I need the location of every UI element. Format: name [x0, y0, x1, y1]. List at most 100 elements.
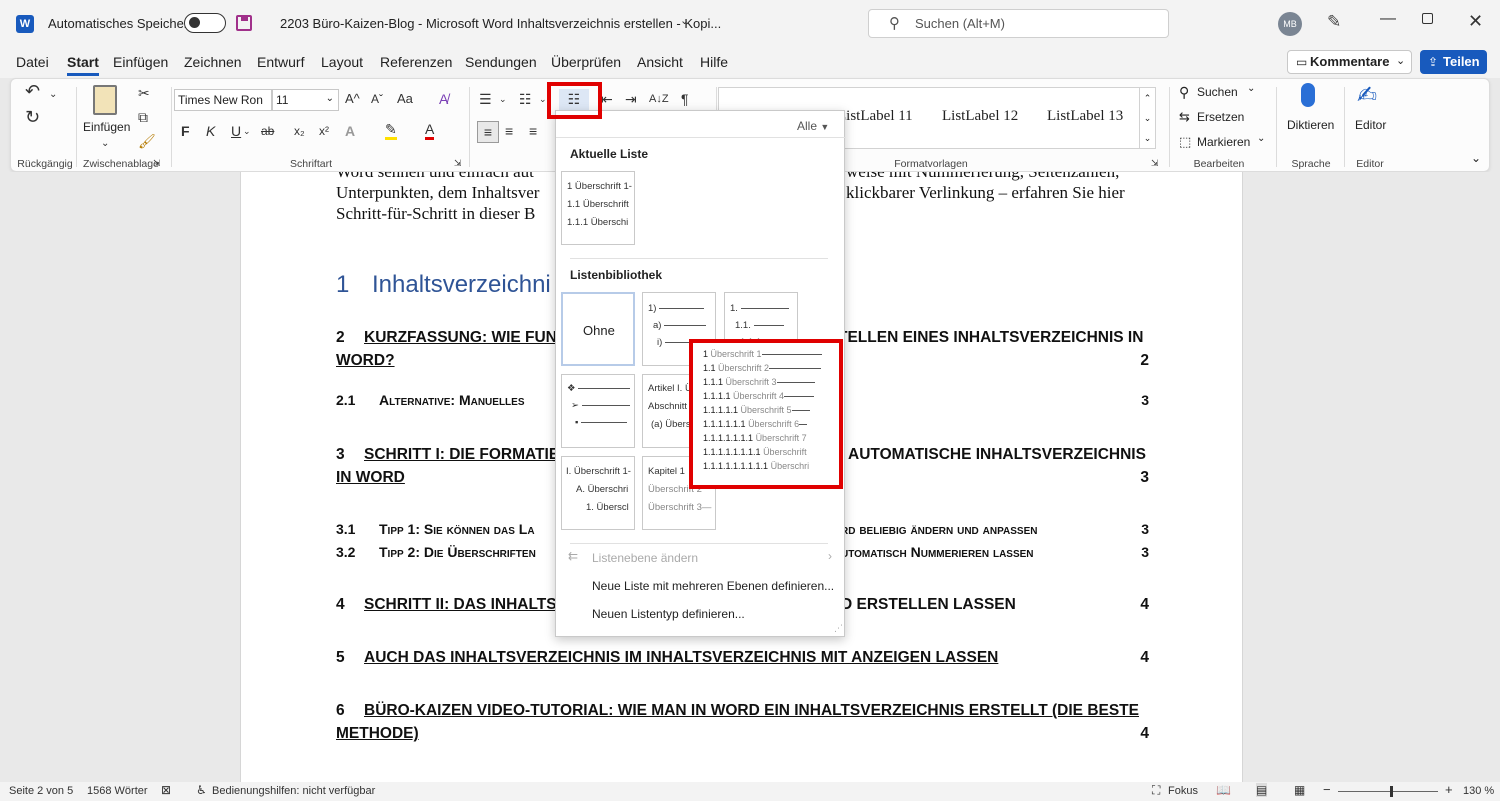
search-box[interactable]: ⚲ Suchen (Alt+M) [868, 9, 1169, 38]
print-layout-icon[interactable]: ▤ [1256, 783, 1268, 797]
collapse-ribbon-icon[interactable]: ⌄ [1471, 151, 1481, 165]
style-item[interactable]: ListLabel 12 [942, 108, 1018, 125]
minimize-icon[interactable]: — [1380, 10, 1396, 28]
tab-referenzen[interactable]: Referenzen [380, 54, 452, 70]
pen-icon[interactable]: ✎ [1327, 12, 1341, 32]
undo-icon[interactable]: ↶ [25, 81, 40, 101]
chevron-down-icon[interactable]: ⌄ [680, 14, 689, 27]
current-list-tile[interactable]: 1 Überschrift 1- 1.1 Überschrift 1.1.1 Ü… [561, 171, 635, 245]
tab-start[interactable]: Start [67, 54, 99, 76]
cut-icon[interactable]: ✂ [138, 83, 150, 103]
tab-entwurf[interactable]: Entwurf [257, 54, 304, 70]
close-icon[interactable]: ✕ [1468, 11, 1483, 32]
underline-button[interactable]: U [231, 121, 241, 141]
font-color-icon[interactable]: A [425, 121, 435, 140]
share-button[interactable]: ⇪ Teilen [1420, 50, 1487, 74]
italic-button[interactable]: K [206, 121, 215, 141]
proofing-icon[interactable]: ⊠ [161, 783, 171, 797]
autosave-toggle[interactable] [184, 13, 226, 33]
list-roman-tile[interactable]: I. Überschrift 1- A. Überschri 1. Übersc… [561, 456, 635, 530]
text-effects-icon[interactable]: A [345, 121, 355, 141]
web-layout-icon[interactable]: ▦ [1294, 783, 1305, 797]
sort-button[interactable]: A↓Z [649, 89, 669, 109]
dialog-launcher-icon[interactable]: ⇲ [153, 158, 161, 168]
dialog-launcher-icon[interactable]: ⇲ [1151, 158, 1159, 168]
zoom-level[interactable]: 130 % [1463, 785, 1494, 797]
comments-button[interactable]: ▭ Kommentare ⌄ [1287, 50, 1412, 74]
chevron-down-icon[interactable]: ⌄ [243, 121, 251, 141]
superscript-button[interactable]: x² [319, 121, 329, 141]
grow-font-button[interactable]: A^ [345, 89, 360, 109]
read-mode-icon[interactable]: 📖 [1216, 783, 1231, 797]
tab-datei[interactable]: Datei [16, 54, 49, 70]
numbering-icon[interactable]: ☷ [519, 89, 532, 109]
word-count[interactable]: 1568 Wörter [87, 785, 148, 797]
chevron-down-icon[interactable]: ⌄ [101, 134, 109, 154]
format-painter-icon[interactable]: 🖌 [138, 131, 156, 151]
tab-einfuegen[interactable]: Einfügen [113, 54, 168, 70]
font-size-select[interactable]: 11 ⌄ [272, 89, 339, 111]
chevron-down-icon[interactable]: ⌄ [49, 85, 57, 105]
tab-layout[interactable]: Layout [321, 54, 363, 70]
tab-zeichnen[interactable]: Zeichnen [184, 54, 242, 70]
redo-icon[interactable]: ↻ [25, 107, 40, 127]
editor-icon[interactable]: ✍ [1357, 81, 1377, 110]
filter-select[interactable]: Alle ▼ [797, 119, 829, 133]
restore-icon[interactable] [1422, 13, 1433, 24]
define-multilevel-item[interactable]: Neue Liste mit mehreren Ebenen definiere… [592, 579, 834, 593]
shrink-font-button[interactable]: Aˇ [371, 89, 383, 109]
align-left-icon[interactable]: ≡ [477, 121, 499, 143]
paste-icon[interactable] [93, 85, 117, 115]
copy-icon[interactable]: ⧉ [138, 107, 148, 127]
bold-button[interactable]: F [181, 121, 190, 141]
change-case-button[interactable]: Aa [397, 89, 413, 109]
zoom-slider[interactable] [1338, 786, 1438, 797]
avatar[interactable]: MB [1278, 12, 1302, 36]
define-list-style-item[interactable]: Neuen Listentyp definieren... [592, 607, 745, 621]
styles-scrollbar[interactable]: ⌃ ⌄ ⌄ [1140, 87, 1156, 149]
change-level-item[interactable]: Listenebene ändern [592, 551, 698, 565]
dictate-button[interactable]: Diktieren [1287, 118, 1334, 132]
style-item[interactable]: ListLabel 13 [1047, 108, 1123, 125]
tab-ansicht[interactable]: Ansicht [637, 54, 683, 70]
toc-entry[interactable]: 5 AUCH DAS INHALTSVERZEICHNIS IM INHALTSV… [336, 646, 1149, 669]
clear-format-icon[interactable]: A̸ [439, 89, 448, 109]
style-item[interactable]: ListLabel 11 [837, 108, 913, 125]
tab-ueberpruefen[interactable]: Überprüfen [551, 54, 621, 70]
replace-button[interactable]: Ersetzen [1197, 110, 1244, 124]
accessibility-status[interactable]: Bedienungshilfen: nicht verfügbar [212, 785, 375, 797]
bullets-icon[interactable]: ☰ [479, 89, 492, 109]
decrease-indent-icon[interactable]: ⇤ [601, 89, 613, 109]
list-symbol-tile[interactable]: ❖ ➢ ▪ [561, 374, 635, 448]
resize-grip-icon[interactable]: ⋰ [834, 623, 843, 634]
highlight-icon[interactable]: ✎ [385, 121, 397, 140]
select-button[interactable]: Markieren [1197, 135, 1250, 149]
focus-button[interactable]: Fokus [1168, 785, 1198, 797]
font-name-select[interactable]: Times New Ron [174, 89, 272, 111]
tab-hilfe[interactable]: Hilfe [700, 54, 728, 70]
chevron-down-icon[interactable]: ⌄ [1257, 133, 1265, 144]
align-right-icon[interactable]: ≡ [529, 121, 537, 141]
chevron-down-icon[interactable]: ⌄ [539, 89, 547, 109]
page-count[interactable]: Seite 2 von 5 [9, 785, 73, 797]
editor-button[interactable]: Editor [1355, 118, 1386, 132]
focus-icon: ⛶ [1152, 783, 1161, 797]
subscript-button[interactable]: x₂ [294, 121, 305, 141]
microphone-icon[interactable] [1301, 83, 1315, 107]
toc-entry[interactable]: 6 BÜRO-KAIZEN VIDEO-TUTORIAL: WIE MAN IN … [336, 699, 1149, 745]
zoom-in-icon[interactable]: + [1445, 782, 1453, 797]
pilcrow-button[interactable]: ¶ [681, 89, 689, 109]
align-center-icon[interactable]: ≡ [505, 121, 513, 141]
paste-button[interactable]: Einfügen [83, 120, 130, 134]
strikethrough-button[interactable]: ab [261, 121, 274, 141]
find-button[interactable]: Suchen [1197, 85, 1238, 99]
tab-sendungen[interactable]: Sendungen [465, 54, 537, 70]
zoom-out-icon[interactable]: − [1323, 782, 1331, 797]
chevron-down-icon[interactable]: ⌄ [499, 89, 507, 109]
list-none-tile[interactable]: Ohne [561, 292, 635, 366]
toc-text: TELLEN EINES INHALTSVERZEICHNIS IN [838, 329, 1144, 346]
chevron-down-icon[interactable]: ⌄ [1247, 83, 1255, 94]
dialog-launcher-icon[interactable]: ⇲ [454, 158, 462, 168]
increase-indent-icon[interactable]: ⇥ [625, 89, 637, 109]
save-icon[interactable] [236, 15, 252, 31]
